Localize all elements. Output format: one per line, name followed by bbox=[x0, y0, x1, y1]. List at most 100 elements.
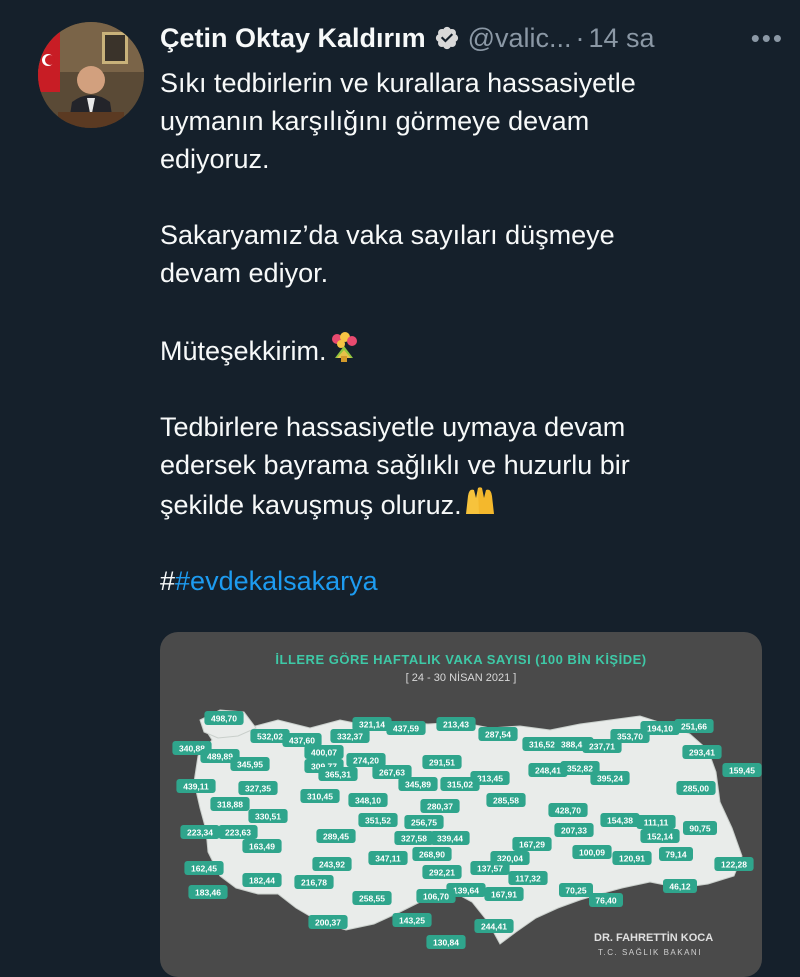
province-value: 163,49 bbox=[249, 842, 275, 852]
province-value: 120,91 bbox=[619, 854, 645, 864]
province-value: 285,58 bbox=[493, 796, 519, 806]
province-value: 223,34 bbox=[187, 828, 213, 838]
province-value: 182,44 bbox=[249, 876, 275, 886]
province-value: 316,52 bbox=[529, 740, 555, 750]
province-value: 339,44 bbox=[437, 834, 463, 844]
more-options-icon[interactable]: ••• bbox=[751, 23, 784, 54]
province-value: 244,41 bbox=[481, 922, 507, 932]
province-value: 70,25 bbox=[565, 886, 587, 896]
province-value: 280,37 bbox=[427, 802, 453, 812]
province-value: 287,54 bbox=[485, 730, 511, 740]
province-value: 248,41 bbox=[535, 766, 561, 776]
tweet-header: Çetin Oktay Kaldırım @valic... · 14 sa •… bbox=[160, 18, 784, 58]
avatar[interactable] bbox=[38, 22, 144, 128]
province-value: 351,52 bbox=[365, 816, 391, 826]
province-value: 291,51 bbox=[429, 758, 455, 768]
province-value: 90,75 bbox=[689, 824, 711, 834]
province-value: 321,14 bbox=[359, 720, 385, 730]
author-name[interactable]: Çetin Oktay Kaldırım bbox=[160, 23, 426, 54]
province-value: 130,84 bbox=[433, 938, 459, 948]
province-value: 292,21 bbox=[429, 868, 455, 878]
province-value: 353,70 bbox=[617, 732, 643, 742]
hashtag-link[interactable]: #evdekalsakarya bbox=[175, 566, 378, 596]
tweet-line: Sıkı tedbirlerin ve kurallara hassasiyet… bbox=[160, 68, 636, 98]
province-value: 332,37 bbox=[337, 732, 363, 742]
author-handle[interactable]: @valic... bbox=[468, 23, 572, 54]
turkey-map: 498,70532,02340,88489,89437,60400,07332,… bbox=[172, 709, 762, 949]
tweet-time[interactable]: 14 sa bbox=[589, 23, 655, 54]
province-value: 327,58 bbox=[401, 834, 427, 844]
province-value: 267,63 bbox=[379, 768, 405, 778]
province-value: 318,88 bbox=[217, 800, 243, 810]
province-value: 243,92 bbox=[319, 860, 345, 870]
province-value: 532,02 bbox=[257, 732, 283, 742]
province-value: 439,11 bbox=[183, 782, 209, 792]
province-value: 216,78 bbox=[301, 878, 327, 888]
province-value: 117,32 bbox=[515, 874, 541, 884]
tweet-body: Sıkı tedbirlerin ve kurallara hassasiyet… bbox=[160, 64, 760, 600]
province-value: 498,70 bbox=[211, 714, 237, 724]
tweet-line: Müteşekkirim. bbox=[160, 336, 327, 366]
avatar-image bbox=[38, 22, 144, 128]
province-value: 162,45 bbox=[191, 864, 217, 874]
province-value: 268,90 bbox=[419, 850, 445, 860]
province-value: 313,45 bbox=[477, 774, 503, 784]
province-value: 365,31 bbox=[325, 770, 351, 780]
province-value: 237,71 bbox=[589, 742, 615, 752]
tweet-line: edersek bayrama sağlıklı ve huzurlu bir bbox=[160, 450, 630, 480]
province-value: 289,45 bbox=[323, 832, 349, 842]
province-value: 428,70 bbox=[555, 806, 581, 816]
province-value: 348,10 bbox=[355, 796, 381, 806]
province-value: 489,89 bbox=[207, 752, 233, 762]
province-value: 152,14 bbox=[647, 832, 673, 842]
hashtag-line: ##evdekalsakarya bbox=[160, 562, 760, 600]
province-value: 256,75 bbox=[411, 818, 437, 828]
bouquet-emoji-icon bbox=[331, 332, 357, 362]
province-value: 437,59 bbox=[393, 724, 419, 734]
province-value: 46,12 bbox=[669, 882, 691, 892]
province-value: 352,82 bbox=[567, 764, 593, 774]
province-value: 330,51 bbox=[255, 812, 281, 822]
tweet-line: Tedbirlere hassasiyetle uymaya devam bbox=[160, 412, 626, 442]
province-value: 315,02 bbox=[447, 780, 473, 790]
province-value: 400,07 bbox=[311, 748, 337, 758]
tweet-line-with-emoji: şekilde kavuşmuş oluruz. bbox=[160, 484, 760, 524]
tweet-line: Sakaryamız’da vaka sayıları düşmeye bbox=[160, 220, 615, 250]
province-value: 143,25 bbox=[399, 916, 425, 926]
province-value: 154,38 bbox=[607, 816, 633, 826]
province-value: 183,46 bbox=[195, 888, 221, 898]
province-value: 167,91 bbox=[491, 890, 517, 900]
province-value: 285,00 bbox=[683, 784, 709, 794]
province-value: 274,20 bbox=[353, 756, 379, 766]
province-value: 258,55 bbox=[359, 894, 385, 904]
hash-prefix: # bbox=[160, 566, 176, 596]
province-value: 100,09 bbox=[579, 848, 605, 858]
province-value: 213,43 bbox=[443, 720, 469, 730]
province-value: 395,24 bbox=[597, 774, 623, 784]
province-value: 251,66 bbox=[681, 722, 707, 732]
province-value: 345,95 bbox=[237, 760, 263, 770]
raising-hands-emoji-icon bbox=[465, 487, 494, 514]
province-value: 106,70 bbox=[423, 892, 449, 902]
province-value: 159,45 bbox=[729, 766, 755, 776]
verified-badge-icon bbox=[435, 26, 458, 50]
province-value: 347,11 bbox=[375, 854, 401, 864]
province-value: 137,57 bbox=[477, 864, 503, 874]
province-value: 207,33 bbox=[561, 826, 587, 836]
province-value: 327,35 bbox=[245, 784, 271, 794]
signature-name: DR. FAHRETTİN KOCA bbox=[594, 932, 714, 944]
province-value: 76,40 bbox=[595, 896, 617, 906]
province-value: 437,60 bbox=[289, 736, 315, 746]
province-value: 167,29 bbox=[519, 840, 545, 850]
tweet-line: uymanın karşılığını görmeye devam bbox=[160, 106, 590, 136]
province-value: 139,64 bbox=[453, 886, 479, 896]
separator-dot: · bbox=[575, 22, 585, 53]
province-value: 293,41 bbox=[689, 748, 715, 758]
province-value: 223,63 bbox=[225, 828, 251, 838]
province-value: 111,11 bbox=[644, 818, 669, 828]
province-value: 122,28 bbox=[721, 860, 747, 870]
tweet-line: şekilde kavuşmuş oluruz. bbox=[160, 490, 462, 520]
tweet-line-with-emoji: Müteşekkirim. bbox=[160, 330, 760, 370]
province-value: 194,10 bbox=[647, 724, 673, 734]
tweet-media-image[interactable]: İLLERE GÖRE HAFTALIK VAKA SAYISI (100 Bİ… bbox=[160, 632, 762, 977]
